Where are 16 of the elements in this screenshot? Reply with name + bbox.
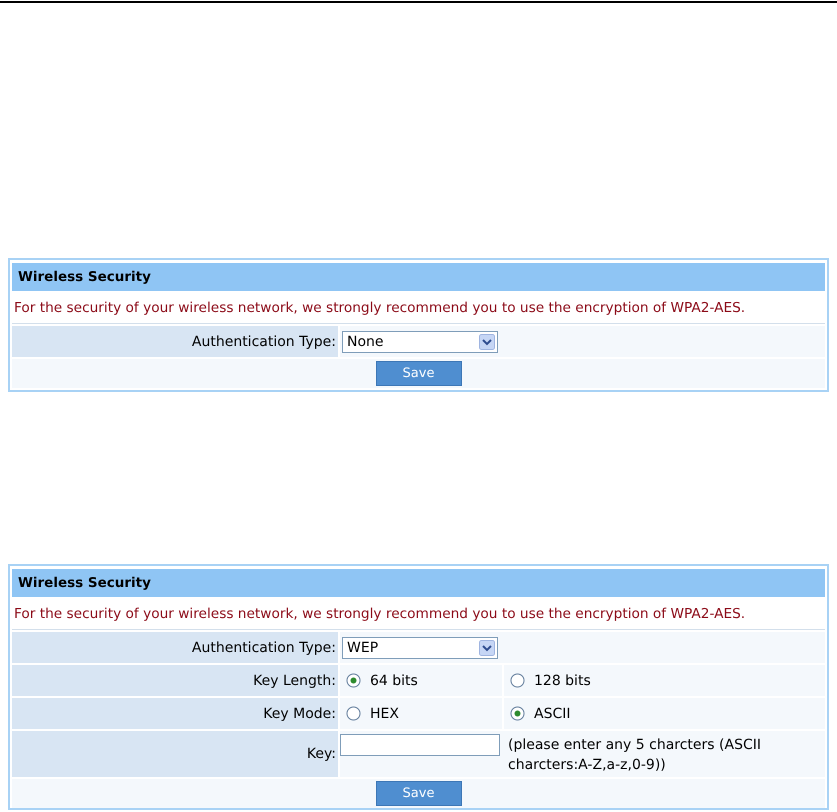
authentication-dropdown[interactable]: None [342, 330, 498, 352]
field-label: Key Length: [253, 672, 336, 688]
security-notice: For the security of your wireless network, we strongly recommend you to use the encryption of WPA2-AES. [12, 293, 825, 324]
radio-option[interactable]: HEX [340, 706, 399, 722]
radio-option[interactable]: 128 bits [504, 672, 591, 688]
panel-title: Wireless Security [12, 263, 825, 291]
key-input-field[interactable] [340, 734, 500, 756]
radio-option[interactable]: ASCII [504, 706, 570, 722]
field-label: Key: [306, 746, 336, 762]
field-label: Authentication Type: [192, 334, 336, 350]
key-hint: (please enter any 5 charcters (ASCII charcters:A-Z,a-z,0-9)) [508, 736, 762, 775]
field-label: Key Mode: [263, 706, 336, 722]
field-label: Authentication Type: [192, 640, 336, 656]
panel-title: Wireless Security [12, 569, 825, 597]
authentication-dropdown[interactable]: WEP [342, 636, 498, 658]
security-notice: For the security of your wireless network, we strongly recommend you to use the encryption of WPA2-AES. [12, 599, 825, 630]
